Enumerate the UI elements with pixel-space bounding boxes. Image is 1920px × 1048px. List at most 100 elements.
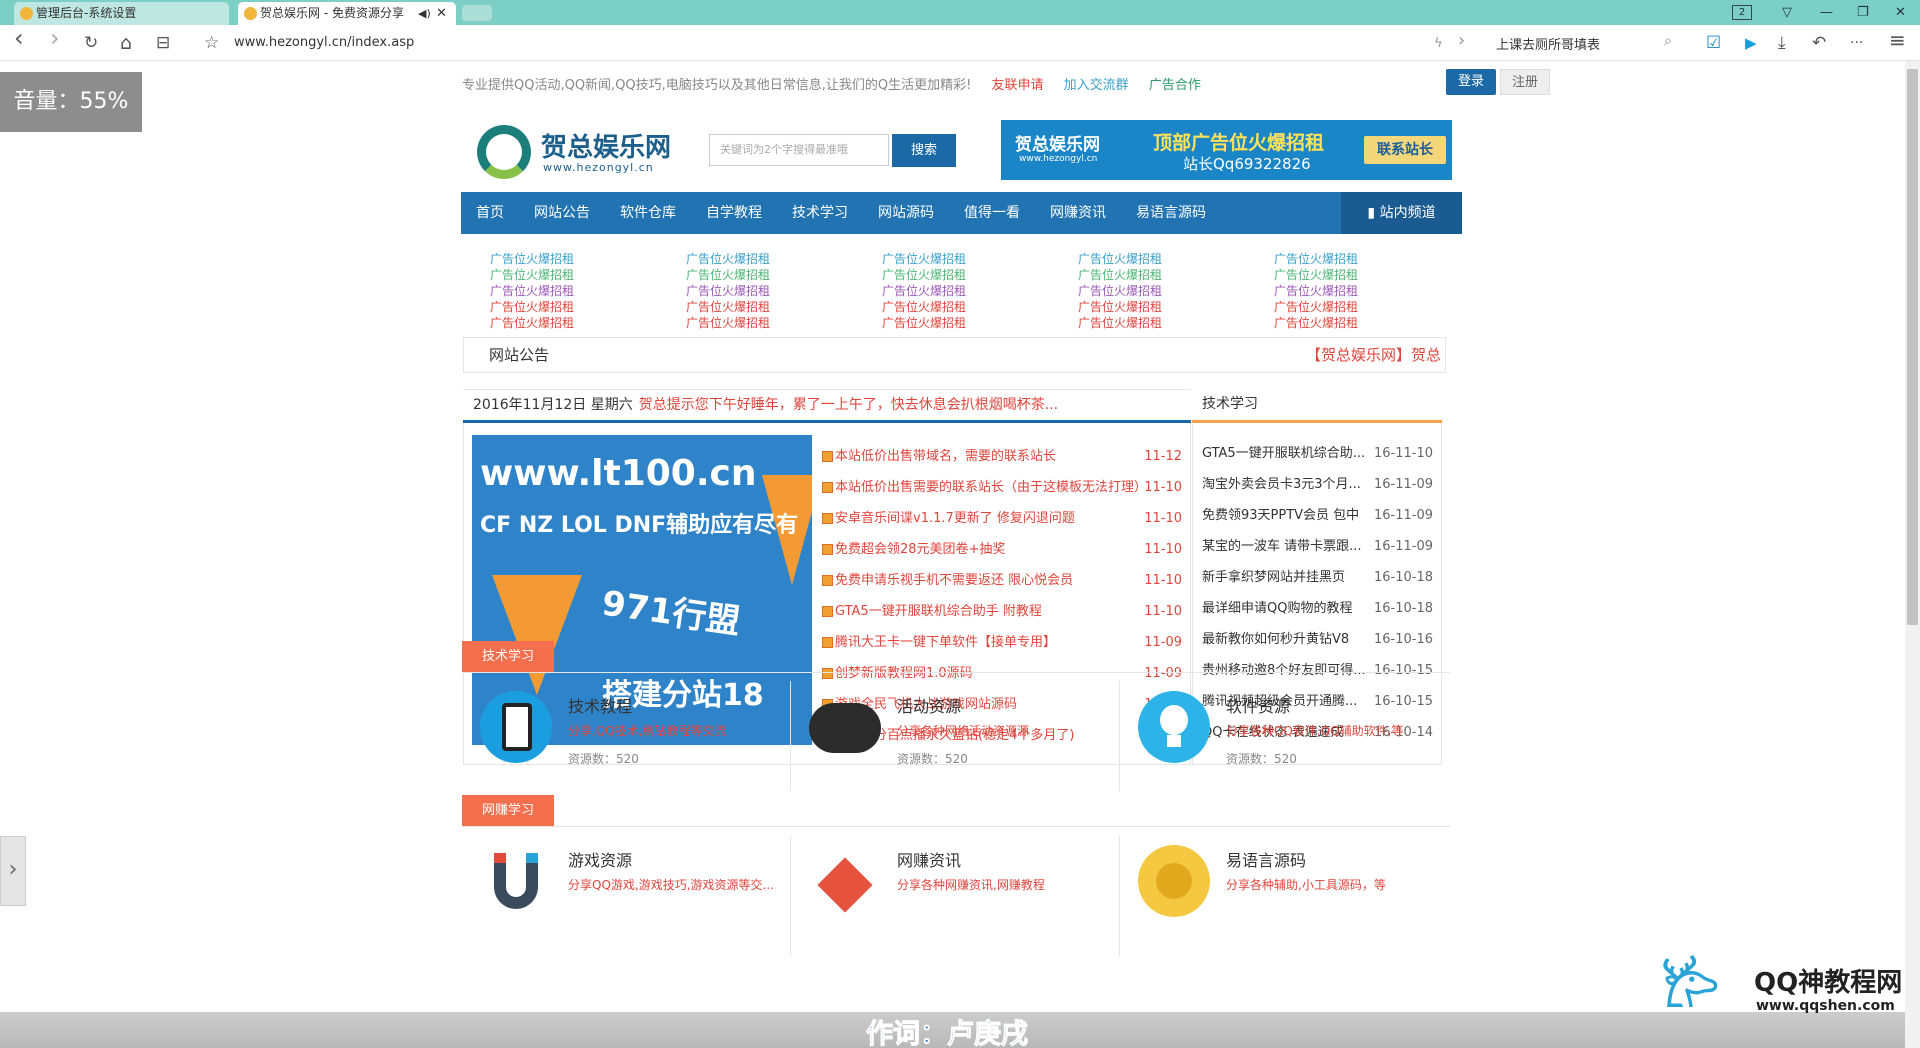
- news-title[interactable]: GTA5一键开服联机综合助手 附教程: [835, 604, 1042, 619]
- register-button[interactable]: 注册: [1500, 69, 1550, 95]
- news-item[interactable]: 安卓音乐间谍v1.1.7更新了 修复闪退问题 11-10: [822, 503, 1184, 534]
- nav-site-channel[interactable]: ▮ 站内频道: [1341, 192, 1462, 234]
- check-icon[interactable]: ☑: [1706, 32, 1721, 54]
- browser-tab-admin[interactable]: 管理后台-系统设置: [14, 2, 229, 25]
- card-title[interactable]: 易语言源码: [1226, 847, 1306, 871]
- download-icon[interactable]: ⤓: [1778, 32, 1786, 54]
- browser-search-input[interactable]: 上课去厕所哥填表: [1496, 34, 1686, 53]
- card-title[interactable]: 技术教程: [568, 693, 632, 717]
- ad-link[interactable]: 广告位火爆招租: [686, 251, 846, 267]
- ad-link[interactable]: 广告位火爆招租: [686, 299, 846, 315]
- minimize-icon[interactable]: —: [1820, 0, 1833, 25]
- ad-link[interactable]: 广告位火爆招租: [1078, 283, 1238, 299]
- tech-item[interactable]: 某宝的一波车 请带卡票跟... 16-11-09: [1202, 531, 1438, 562]
- tech-item[interactable]: GTA5一键开服联机综合助... 16-11-10: [1202, 438, 1438, 469]
- shield-icon[interactable]: ▽: [1782, 0, 1792, 25]
- site-search-input[interactable]: 关键词为2个字搜得最准哦: [709, 134, 889, 166]
- side-expand-handle[interactable]: ›: [0, 836, 26, 906]
- site-search-button[interactable]: 搜索: [892, 134, 956, 167]
- ad-link[interactable]: 广告位火爆招租: [1078, 267, 1238, 283]
- undo-icon[interactable]: ↶: [1812, 32, 1826, 54]
- link-ad-cooperation[interactable]: 广告合作: [1149, 78, 1201, 93]
- news-item[interactable]: 免费申请乐视手机不需要返还 限心悦会员 11-10: [822, 565, 1184, 596]
- tab-count-badge[interactable]: 2: [1732, 5, 1752, 20]
- ad-link[interactable]: 广告位火爆招租: [1274, 251, 1434, 267]
- top-ad-banner[interactable]: 贺总娱乐网 www.hezongyl.cn 顶部广告位火爆招租 站长Qq6932…: [1001, 120, 1452, 180]
- news-title[interactable]: 腾讯大王卡一键下单软件【接单专用】: [835, 635, 1056, 650]
- nav-home[interactable]: 首页: [476, 192, 504, 234]
- nav-worth-seeing[interactable]: 值得一看: [964, 192, 1020, 234]
- tech-item[interactable]: 新手拿织梦网站并挂黑页 16-10-18: [1202, 562, 1438, 593]
- ad-link[interactable]: 广告位火爆招租: [686, 267, 846, 283]
- ad-link[interactable]: 广告位火爆招租: [490, 315, 650, 331]
- category-card[interactable]: 活动资源 分享各种网络活动资源源 资源数：520: [791, 673, 1111, 783]
- tech-title[interactable]: 某宝的一波车 请带卡票跟...: [1202, 531, 1367, 562]
- window-close-icon[interactable]: ✕: [1895, 0, 1906, 25]
- tech-title[interactable]: 新手拿织梦网站并挂黑页: [1202, 562, 1367, 593]
- card-title[interactable]: 游戏资源: [568, 847, 632, 871]
- ad-link[interactable]: 广告位火爆招租: [882, 283, 1042, 299]
- tech-item[interactable]: 最详细申请QQ购物的教程 16-10-18: [1202, 593, 1438, 624]
- ad-link[interactable]: 广告位火爆招租: [882, 315, 1042, 331]
- nav-e-language[interactable]: 易语言源码: [1136, 192, 1206, 234]
- ad-link[interactable]: 广告位火爆招租: [1274, 283, 1434, 299]
- category-card[interactable]: 游戏资源 分享QQ游戏,游戏技巧,游戏资源等交...: [462, 827, 782, 937]
- news-title[interactable]: 免费超会领28元美团卷+抽奖: [835, 542, 1005, 557]
- nav-tutorials[interactable]: 自学教程: [706, 192, 762, 234]
- ad-link[interactable]: 广告位火爆招租: [1274, 315, 1434, 331]
- ad-link[interactable]: 广告位火爆招租: [686, 283, 846, 299]
- news-title[interactable]: 免费申请乐视手机不需要返还 限心悦会员: [835, 573, 1073, 588]
- card-title[interactable]: 活动资源: [897, 693, 961, 717]
- news-title[interactable]: 安卓音乐间谍v1.1.7更新了 修复闪退问题: [835, 511, 1075, 526]
- tech-title[interactable]: 免费领93天PPTV会员 包中: [1202, 500, 1367, 531]
- news-item[interactable]: 本站低价出售需要的联系站长（由于这模板无法打理） 11-10: [822, 472, 1184, 503]
- nav-earn-news[interactable]: 网赚资讯: [1050, 192, 1106, 234]
- ad-link[interactable]: 广告位火爆招租: [490, 283, 650, 299]
- reload-icon[interactable]: ↻: [84, 32, 98, 54]
- news-item[interactable]: 腾讯大王卡一键下单软件【接单专用】 11-09: [822, 627, 1184, 658]
- ad-link[interactable]: 广告位火爆招租: [1078, 299, 1238, 315]
- tech-title[interactable]: 淘宝外卖会员卡3元3个月...: [1202, 469, 1367, 500]
- tech-title[interactable]: 最详细申请QQ购物的教程: [1202, 593, 1367, 624]
- card-title[interactable]: 软件资源: [1226, 693, 1290, 717]
- news-item[interactable]: GTA5一键开服联机综合助手 附教程 11-10: [822, 596, 1184, 627]
- forward-icon[interactable]: ›: [50, 26, 60, 50]
- category-card[interactable]: 技术教程 分享,QQ技术,刷钻教程等交流 资源数：520: [462, 673, 782, 783]
- news-title[interactable]: 本站低价出售需要的联系站长（由于这模板无法打理）: [835, 480, 1147, 495]
- restore-icon[interactable]: ❐: [1857, 0, 1869, 25]
- news-title[interactable]: 本站低价出售带域名，需要的联系站长: [835, 449, 1056, 464]
- star-icon[interactable]: ☆: [204, 32, 219, 54]
- address-bar[interactable]: www.hezongyl.cn/index.asp: [234, 35, 414, 50]
- link-join-group[interactable]: 加入交流群: [1064, 78, 1129, 93]
- site-logo[interactable]: 贺总娱乐网 www.hezongyl.cn: [475, 121, 675, 185]
- reader-icon[interactable]: ⊟: [156, 32, 170, 54]
- ad-link[interactable]: 广告位火爆招租: [1078, 251, 1238, 267]
- ad-link[interactable]: 广告位火爆招租: [1274, 299, 1434, 315]
- news-item[interactable]: 免费超会领28元美团卷+抽奖 11-10: [822, 534, 1184, 565]
- ad-link[interactable]: 广告位火爆招租: [490, 299, 650, 315]
- ad-link[interactable]: 广告位火爆招租: [490, 251, 650, 267]
- search-icon[interactable]: ⌕: [1664, 33, 1672, 49]
- nav-tech[interactable]: 技术学习: [792, 192, 848, 234]
- scrollbar-thumb[interactable]: [1907, 69, 1918, 625]
- tab-close-icon[interactable]: ✕: [436, 2, 447, 25]
- ad-link[interactable]: 广告位火爆招租: [882, 251, 1042, 267]
- section-tag-tech[interactable]: 技术学习: [462, 641, 554, 672]
- ad-link[interactable]: 广告位火爆招租: [882, 267, 1042, 283]
- ad-link[interactable]: 广告位火爆招租: [686, 315, 846, 331]
- tech-title[interactable]: GTA5一键开服联机综合助...: [1202, 438, 1367, 469]
- section-tag-earn[interactable]: 网赚学习: [462, 795, 554, 826]
- tech-item[interactable]: 最新教你如何秒升黄钻V8 16-10-16: [1202, 624, 1438, 655]
- chevron-right-icon[interactable]: ›: [1458, 30, 1465, 52]
- category-card[interactable]: 软件资源 分享各种QQ软件,QQ辅助软件,等 资源数：520: [1120, 673, 1440, 783]
- browser-tab-active[interactable]: 贺总娱乐网 - 免费资源分享 ◀) ✕: [238, 2, 456, 25]
- link-friend-apply[interactable]: 友联申请: [992, 78, 1044, 93]
- tech-item[interactable]: 淘宝外卖会员卡3元3个月... 16-11-09: [1202, 469, 1438, 500]
- bolt-icon[interactable]: ϟ: [1434, 33, 1443, 55]
- new-tab-button[interactable]: [462, 5, 492, 21]
- sound-icon[interactable]: ◀): [418, 2, 431, 25]
- ad-link[interactable]: 广告位火爆招租: [1274, 267, 1434, 283]
- ad-link[interactable]: 广告位火爆招租: [490, 267, 650, 283]
- play-icon[interactable]: ▶: [1745, 32, 1757, 54]
- back-icon[interactable]: ‹: [14, 26, 24, 50]
